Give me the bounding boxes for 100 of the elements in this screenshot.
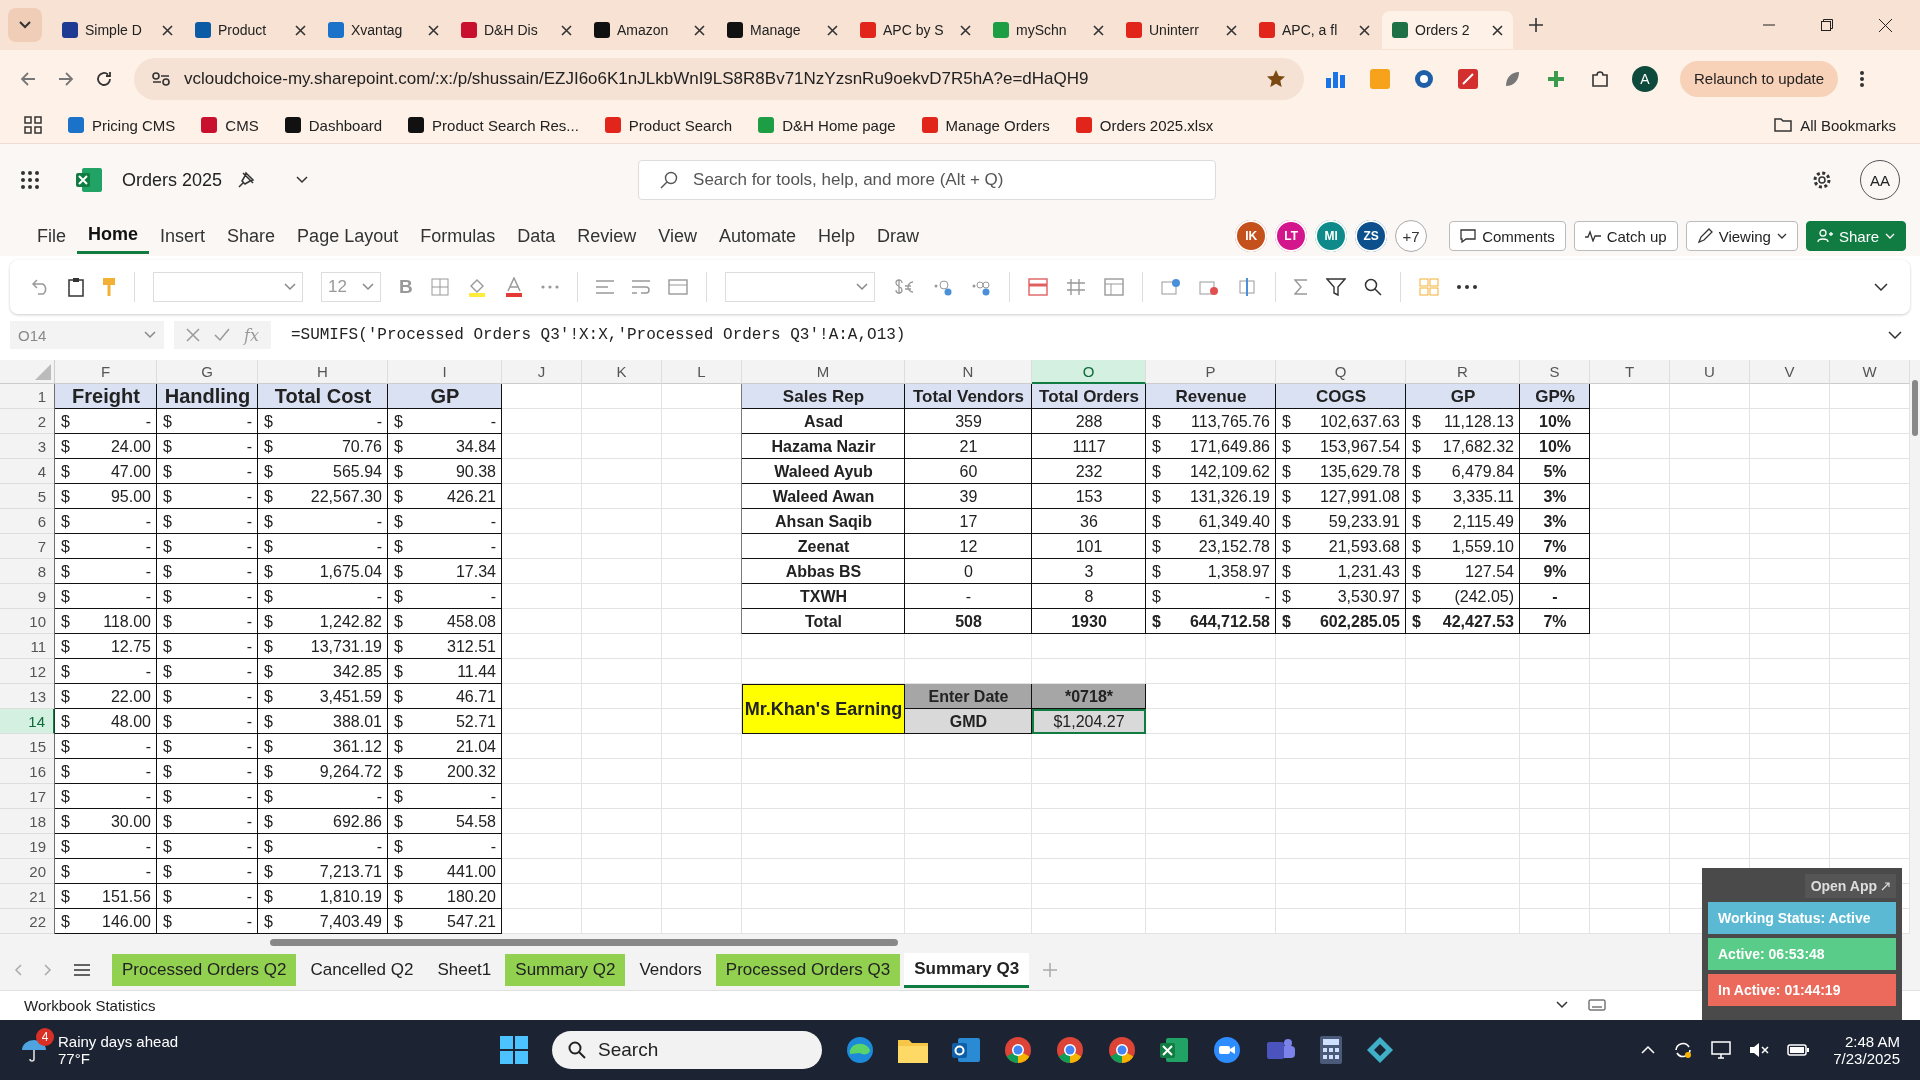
share-button[interactable]: Share [1805,221,1906,251]
column-header[interactable]: N [905,360,1032,384]
check-icon[interactable] [214,328,230,342]
collaborator-avatar[interactable]: ZS [1355,220,1388,252]
column-header[interactable]: J [502,360,582,384]
profile-avatar[interactable]: A [1632,65,1658,92]
chevron-down-icon[interactable] [19,21,31,29]
bookmark[interactable]: Pricing CMS [68,116,176,134]
site-settings-icon[interactable] [152,71,170,86]
decrease-decimal-icon[interactable] [932,278,953,296]
puzzle-icon[interactable] [1590,68,1610,89]
menu-icon[interactable] [74,964,90,976]
spreadsheet-app-icon[interactable] [1160,1036,1188,1064]
ribbon-tab[interactable]: Help [807,219,867,253]
diamond-app-icon[interactable] [1366,1036,1394,1064]
delete-cells-icon[interactable] [1198,278,1219,296]
insert-cells-icon[interactable] [1160,278,1181,296]
browser-tab[interactable]: Simple D [52,11,183,49]
search-field[interactable]: Search for tools, help, and more (Alt + Q) [638,160,1217,200]
collaborator-avatar[interactable]: MI [1315,220,1348,252]
battery-icon[interactable] [1787,1044,1810,1056]
row-header[interactable]: 15 [0,734,55,759]
row-header[interactable]: 10 [0,609,55,634]
row-header[interactable]: 7 [0,534,55,559]
sheet-tab[interactable]: Sheet1 [427,954,502,986]
weather-title[interactable]: Rainy days ahead [58,1033,179,1050]
new-tab-icon[interactable] [1529,18,1543,32]
close-icon[interactable] [1359,24,1370,36]
format-table-icon[interactable] [1065,278,1086,296]
column-header[interactable]: G [157,360,258,384]
document-title[interactable]: Orders 2025 [122,169,223,191]
ribbon-tab[interactable]: Review [566,219,648,253]
more-options-icon[interactable] [1456,285,1477,289]
bookmark[interactable]: Orders 2025.xlsx [1075,116,1214,134]
column-header[interactable]: R [1406,360,1520,384]
row-header[interactable]: 22 [0,909,55,934]
row-header[interactable]: 14 [0,709,55,734]
more-icon[interactable] [1860,70,1865,87]
collaborator-avatar[interactable]: IK [1235,220,1268,252]
ribbon-tab[interactable]: Home [77,218,150,254]
ribbon-tab[interactable]: Draw [866,219,931,253]
ribbon-tab[interactable]: File [26,219,77,253]
row-header[interactable]: 17 [0,784,55,809]
column-header[interactable]: O [1032,360,1146,384]
catch-up-button[interactable]: Catch up [1573,221,1678,251]
row-header[interactable]: 21 [0,884,55,909]
chevron-down-icon[interactable] [1556,1001,1568,1009]
sort-filter-icon[interactable] [1325,277,1346,297]
browser-tab[interactable]: D&H Dis [451,11,582,49]
scrollbar-thumb[interactable] [1912,380,1918,436]
increase-decimal-icon[interactable] [970,278,991,296]
browser-tab[interactable]: Uninterr [1116,11,1247,49]
column-header[interactable]: T [1590,360,1670,384]
calculator-icon[interactable] [1320,1036,1342,1064]
fill-color-icon[interactable] [466,277,487,297]
row-header[interactable]: 5 [0,484,55,509]
chevron-up-icon[interactable] [1641,1046,1656,1054]
pin-off-icon[interactable] [236,170,257,190]
paste-icon[interactable] [68,277,84,297]
chevron-down-icon[interactable] [296,176,309,184]
address-bar[interactable]: vcloudchoice-my.sharepoint.com/:x:/p/shussain/EZJI6o6K1nJLkbWnI9LS8R8Bv71NzYzsnRu9oekvD7R5hA?e=dHaQH9 [134,57,1304,100]
row-header[interactable]: 6 [0,509,55,534]
column-header[interactable]: P [1146,360,1276,384]
close-icon[interactable] [1226,24,1237,36]
sheet-tab[interactable]: Summary Q3 [904,952,1030,988]
close-icon[interactable] [1492,24,1503,36]
scrollbar-thumb[interactable] [270,939,898,946]
bookmark[interactable]: CMS [201,116,259,134]
folder-icon[interactable] [898,1037,928,1063]
workbook-statistics[interactable]: Workbook Statistics [24,996,156,1014]
taskbar-search[interactable]: Search [552,1031,822,1069]
close-icon[interactable] [694,24,705,36]
video-call-icon[interactable] [1212,1036,1242,1064]
chrome-browser-icon[interactable] [1056,1036,1084,1064]
relaunch-button[interactable]: Relaunch to update [1680,60,1839,97]
bookmark[interactable]: Manage Orders [921,116,1050,134]
chevron-down-icon[interactable] [1888,331,1902,339]
all-bookmarks-button[interactable]: All Bookmarks [1774,116,1896,134]
formula-field[interactable]: =SUMIFS('Processed Orders Q3'!X:X,'Processed Orders Q3'!A:A,O13) [280,326,1878,344]
format-cells-icon[interactable] [1236,278,1257,296]
bookmark[interactable]: Product Search [604,116,733,134]
column-header[interactable]: S [1520,360,1590,384]
sync-icon[interactable] [1673,1040,1694,1060]
browser-tab[interactable]: Xvantag [318,11,449,49]
row-header[interactable]: 19 [0,834,55,859]
reload-icon[interactable] [96,70,112,87]
column-header[interactable]: V [1750,360,1830,384]
column-header[interactable]: F [55,360,157,384]
browser-tab[interactable]: Product [185,11,316,49]
close-icon[interactable] [827,24,838,36]
column-header[interactable]: M [742,360,905,384]
column-header[interactable]: Q [1276,360,1406,384]
edge-browser-icon[interactable] [846,1036,874,1064]
sum-icon[interactable] [1293,279,1308,295]
close-icon[interactable] [960,24,971,36]
row-header[interactable]: 4 [0,459,55,484]
number-format-field[interactable] [724,272,875,302]
bookmark[interactable]: Dashboard [284,116,383,134]
column-header[interactable]: W [1830,360,1910,384]
browser-tab[interactable]: mySchn [983,11,1114,49]
